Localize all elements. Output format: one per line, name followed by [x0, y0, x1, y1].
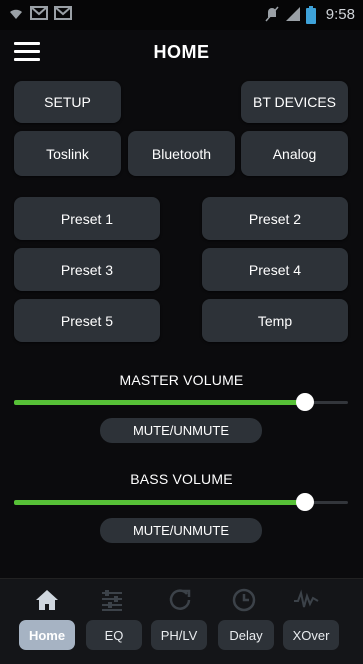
master-volume-label: MASTER VOLUME [119, 372, 244, 388]
gmail-icon [30, 6, 48, 20]
slider-fill [14, 500, 305, 505]
bass-mute-button[interactable]: MUTE/UNMUTE [100, 518, 262, 543]
bottom-nav: Home EQ PH/LV Delay XOver [0, 578, 363, 664]
bluetooth-button[interactable]: Bluetooth [128, 131, 235, 176]
preset-5-button[interactable]: Preset 5 [14, 299, 160, 342]
tab-eq[interactable]: EQ [86, 620, 142, 650]
preset-4-button[interactable]: Preset 4 [202, 248, 348, 291]
tab-ph-lv[interactable]: PH/LV [151, 620, 207, 650]
eq-sliders-icon[interactable] [99, 587, 125, 613]
bt-devices-button[interactable]: BT DEVICES [241, 81, 348, 123]
page-title: HOME [153, 42, 210, 62]
slider-thumb[interactable] [295, 393, 314, 411]
signal-icon [286, 7, 300, 21]
slider-thumb[interactable] [295, 493, 314, 511]
master-volume-slider[interactable] [14, 393, 348, 411]
app-bar: HOME [0, 30, 363, 74]
bass-volume-label: BASS VOLUME [130, 471, 233, 487]
tab-xover[interactable]: XOver [283, 620, 339, 650]
bass-volume-slider[interactable] [14, 493, 348, 511]
setup-button[interactable]: SETUP [14, 81, 121, 123]
status-time: 9:58 [325, 6, 355, 23]
mail-icon [54, 6, 72, 20]
mute-bell-icon [265, 6, 279, 22]
refresh-icon[interactable] [167, 587, 193, 613]
temp-button[interactable]: Temp [202, 299, 348, 342]
home-icon[interactable] [34, 587, 60, 613]
preset-3-button[interactable]: Preset 3 [14, 248, 160, 291]
status-bar: 9:58 [0, 0, 363, 30]
clock-icon[interactable] [231, 587, 257, 613]
tab-delay[interactable]: Delay [218, 620, 274, 650]
battery-icon [306, 6, 316, 24]
preset-2-button[interactable]: Preset 2 [202, 197, 348, 240]
analog-button[interactable]: Analog [241, 131, 348, 176]
toslink-button[interactable]: Toslink [14, 131, 121, 176]
waveform-icon[interactable] [293, 587, 319, 613]
master-mute-button[interactable]: MUTE/UNMUTE [100, 418, 262, 443]
slider-fill [14, 400, 305, 405]
wifi-icon [10, 9, 22, 19]
tab-home[interactable]: Home [19, 620, 75, 650]
preset-1-button[interactable]: Preset 1 [14, 197, 160, 240]
